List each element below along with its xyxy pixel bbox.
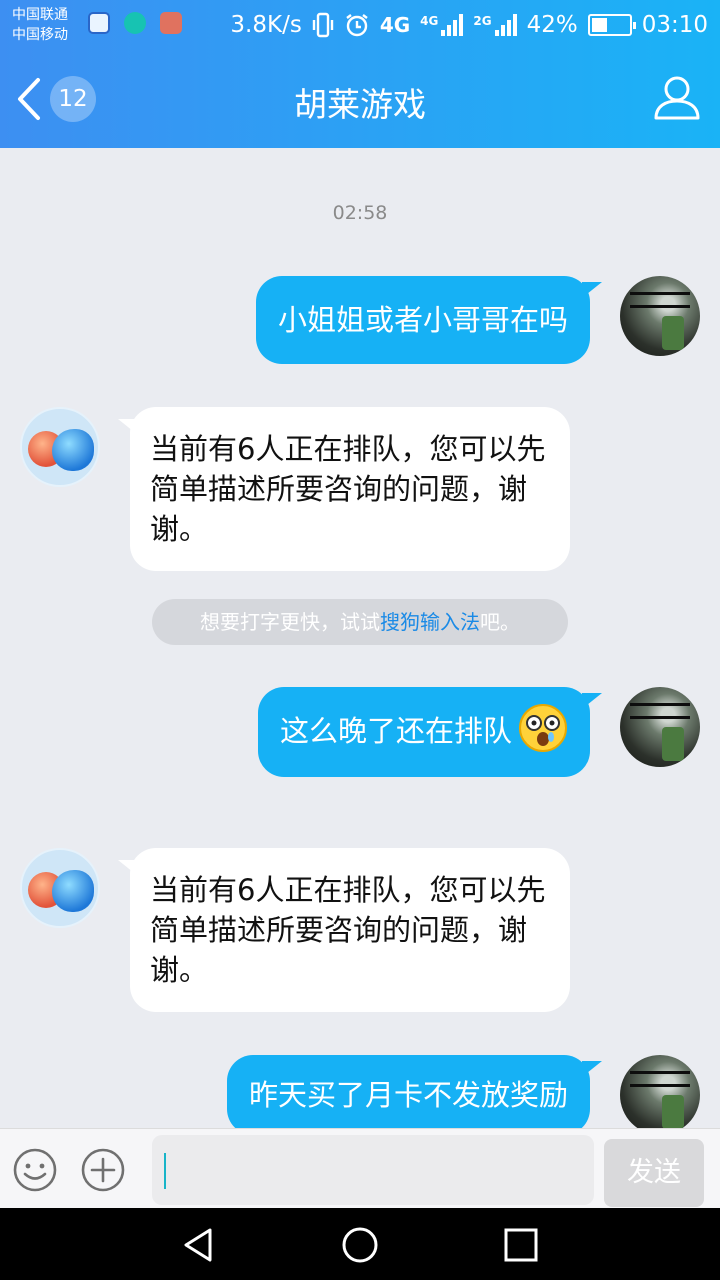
message-timestamp: 02:58 — [332, 202, 388, 224]
message-text: 当前有6人正在排队，您可以先简单描述所要咨询的问题，谢谢。 — [150, 432, 546, 546]
system-nav-bar — [0, 1208, 720, 1280]
text-caret — [164, 1153, 166, 1189]
network-type-3: 2G — [473, 14, 492, 28]
agent-avatar[interactable] — [20, 848, 100, 928]
nav-home-icon[interactable] — [341, 1226, 379, 1264]
message-text: 小姐姐或者小哥哥在吗 — [277, 303, 568, 337]
input-bar: 发送 — [0, 1128, 720, 1208]
battery-fill — [591, 18, 607, 32]
nav-back-icon[interactable] — [180, 1226, 218, 1264]
profile-icon[interactable] — [652, 72, 702, 122]
notification-app-icon — [88, 12, 110, 34]
shocked-face-emoji-icon — [519, 704, 567, 752]
nav-bar: 12 胡莱游戏 — [0, 50, 720, 148]
input-method-tip: 想要打字更快，试试搜狗输入法吧。 — [152, 599, 568, 645]
message-app-icon — [160, 12, 182, 34]
sogou-input-link[interactable]: 搜狗输入法 — [380, 610, 480, 634]
alarm-icon — [346, 14, 368, 37]
my-message-bubble[interactable]: 昨天买了月卡不发放奖励 — [226, 1055, 603, 1128]
emoji-face-icon[interactable] — [12, 1147, 58, 1193]
network-type-1: 4G — [379, 13, 411, 37]
timer-icon — [124, 12, 146, 34]
my-avatar[interactable] — [620, 276, 700, 356]
agent-message-bubble[interactable]: 当前有6人正在排队，您可以先简单描述所要咨询的问题，谢谢。 — [118, 848, 570, 1012]
signal-bars-1-icon — [441, 14, 464, 36]
network-type-2: 4G — [420, 14, 439, 28]
my-avatar[interactable] — [620, 687, 700, 767]
carrier-names: 中国联通 中国移动 — [12, 5, 68, 45]
vibrate-icon — [312, 12, 334, 38]
carrier-1: 中国联通 — [12, 7, 68, 23]
signal-1: 4G — [420, 14, 464, 36]
agent-message-bubble[interactable]: 当前有6人正在排队，您可以先简单描述所要咨询的问题，谢谢。 — [118, 407, 570, 571]
signal-2: 2G — [473, 14, 517, 36]
signal-bars-2-icon — [494, 14, 517, 36]
chat-area[interactable]: 02:58 小姐姐或者小哥哥在吗 当前有6人正在排队，您可以先简单描述所要咨询的… — [0, 148, 720, 1128]
message-text: 当前有6人正在排队，您可以先简单描述所要咨询的问题，谢谢。 — [150, 873, 546, 987]
page-title: 胡莱游戏 — [294, 85, 426, 124]
carrier-2: 中国移动 — [12, 27, 68, 43]
clock: 03:10 — [641, 12, 708, 38]
app-header: 中国联通 中国移动 3.8K/s 4G 4G 2G 42% 03:10 12 胡… — [0, 0, 720, 148]
battery-percent: 42% — [526, 12, 578, 38]
my-message-bubble[interactable]: 这么晚了还在排队 — [257, 687, 603, 777]
message-text: 这么晚了还在排队 — [279, 714, 512, 748]
my-avatar[interactable] — [620, 1055, 700, 1128]
agent-avatar[interactable] — [20, 407, 100, 487]
plus-circle-icon[interactable] — [80, 1147, 126, 1193]
battery-icon — [587, 14, 636, 36]
nav-recent-icon[interactable] — [502, 1226, 540, 1264]
status-bar: 中国联通 中国移动 3.8K/s 4G 4G 2G 42% 03:10 — [0, 0, 720, 50]
status-right: 3.8K/s 4G 4G 2G 42% 03:10 — [230, 8, 708, 42]
message-text: 昨天买了月卡不发放奖励 — [248, 1078, 568, 1112]
network-speed: 3.8K/s — [230, 12, 302, 38]
message-input[interactable] — [152, 1135, 594, 1205]
tip-suffix: 吧。 — [480, 610, 520, 634]
tip-prefix: 想要打字更快，试试 — [200, 610, 380, 634]
send-button[interactable]: 发送 — [604, 1139, 704, 1207]
my-message-bubble[interactable]: 小姐姐或者小哥哥在吗 — [255, 276, 603, 364]
